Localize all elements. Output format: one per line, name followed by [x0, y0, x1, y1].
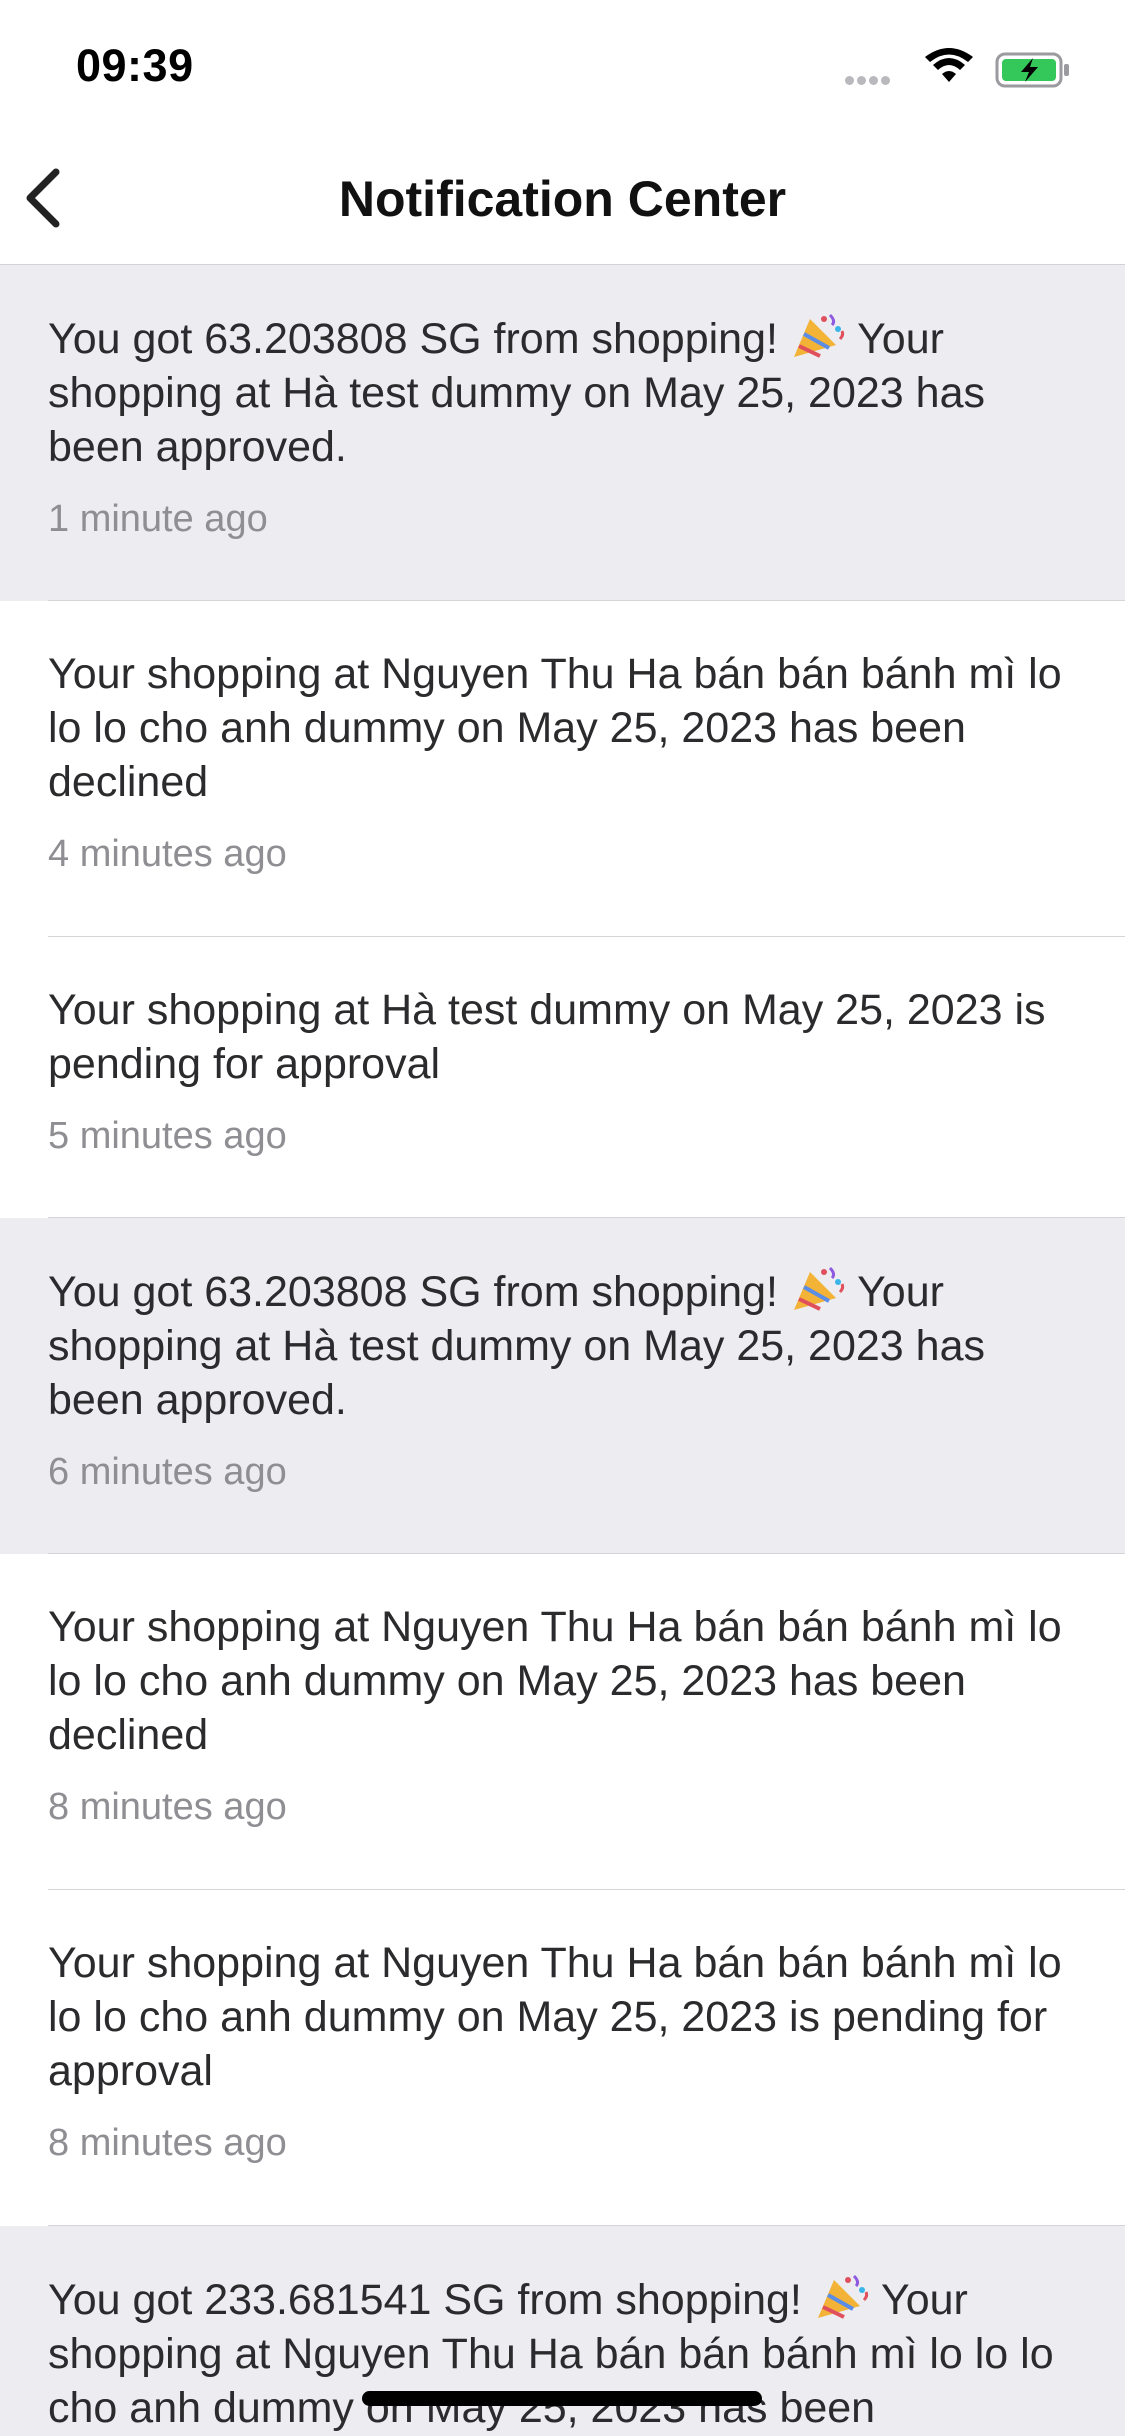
notification-message: Your shopping at Nguyen Thu Ha bán bán b… — [48, 1600, 1085, 1762]
home-indicator[interactable] — [362, 2391, 762, 2406]
notification-item[interactable]: You got 63.203808 SG from shopping! Your… — [0, 265, 1125, 601]
notification-item[interactable]: Your shopping at Nguyen Thu Ha bán bán b… — [0, 1554, 1125, 1890]
notification-item[interactable]: Your shopping at Nguyen Thu Ha bán bán b… — [0, 1890, 1125, 2226]
notification-list: You got 63.203808 SG from shopping! Your… — [0, 265, 1125, 2436]
notification-item[interactable]: Your shopping at Hà test dummy on May 25… — [0, 937, 1125, 1218]
notification-message-text: You got 63.203808 SG from shopping! — [48, 315, 790, 363]
status-time: 09:39 — [76, 40, 194, 91]
notification-message: Your shopping at Nguyen Thu Ha bán bán b… — [48, 1936, 1085, 2098]
notification-center-screen: 09:39 Notification Center You got 63.203… — [0, 0, 1125, 2436]
status-bar: 09:39 — [0, 0, 1125, 132]
notification-timestamp: 1 minute ago — [48, 498, 268, 540]
party-popper-icon — [790, 1264, 846, 1314]
notification-message-text: Your shopping at Nguyen Thu Ha bán bán b… — [48, 1939, 1062, 2095]
wifi-icon — [925, 48, 973, 82]
notification-item[interactable]: You got 63.203808 SG from shopping! Your… — [0, 1218, 1125, 1554]
page-title: Notification Center — [338, 171, 787, 227]
notification-item[interactable]: Your shopping at Nguyen Thu Ha bán bán b… — [0, 601, 1125, 937]
notification-message: Your shopping at Hà test dummy on May 25… — [48, 983, 1085, 1091]
notification-timestamp: 8 minutes ago — [48, 1786, 287, 1828]
notification-message-text: Your shopping at Hà test dummy on May 25… — [48, 986, 1046, 1088]
notification-message-text: You got 63.203808 SG from shopping! — [48, 1268, 790, 1316]
notification-message: You got 63.203808 SG from shopping! Your… — [48, 1264, 1085, 1427]
notification-message: You got 63.203808 SG from shopping! Your… — [48, 311, 1085, 474]
notification-timestamp: 8 minutes ago — [48, 2122, 287, 2164]
notification-message: Your shopping at Nguyen Thu Ha bán bán b… — [48, 647, 1085, 809]
status-icons — [845, 48, 1085, 88]
navigation-bar: Notification Center — [0, 132, 1125, 265]
notification-message-text: Your shopping at Nguyen Thu Ha bán bán b… — [48, 1603, 1062, 1759]
notification-message: You got 233.681541 SG from shopping! You… — [48, 2272, 1085, 2435]
notification-message-text: You got 233.681541 SG from shopping! — [48, 2276, 814, 2324]
notification-timestamp: 5 minutes ago — [48, 1115, 287, 1157]
notification-timestamp: 4 minutes ago — [48, 833, 287, 875]
party-popper-icon — [814, 2272, 870, 2322]
cellular-signal-icon — [845, 72, 893, 90]
notification-timestamp: 6 minutes ago — [48, 1451, 287, 1493]
party-popper-icon — [790, 311, 846, 361]
battery-charging-icon — [995, 52, 1069, 88]
notification-message-text: Your shopping at Nguyen Thu Ha bán bán b… — [48, 650, 1062, 806]
